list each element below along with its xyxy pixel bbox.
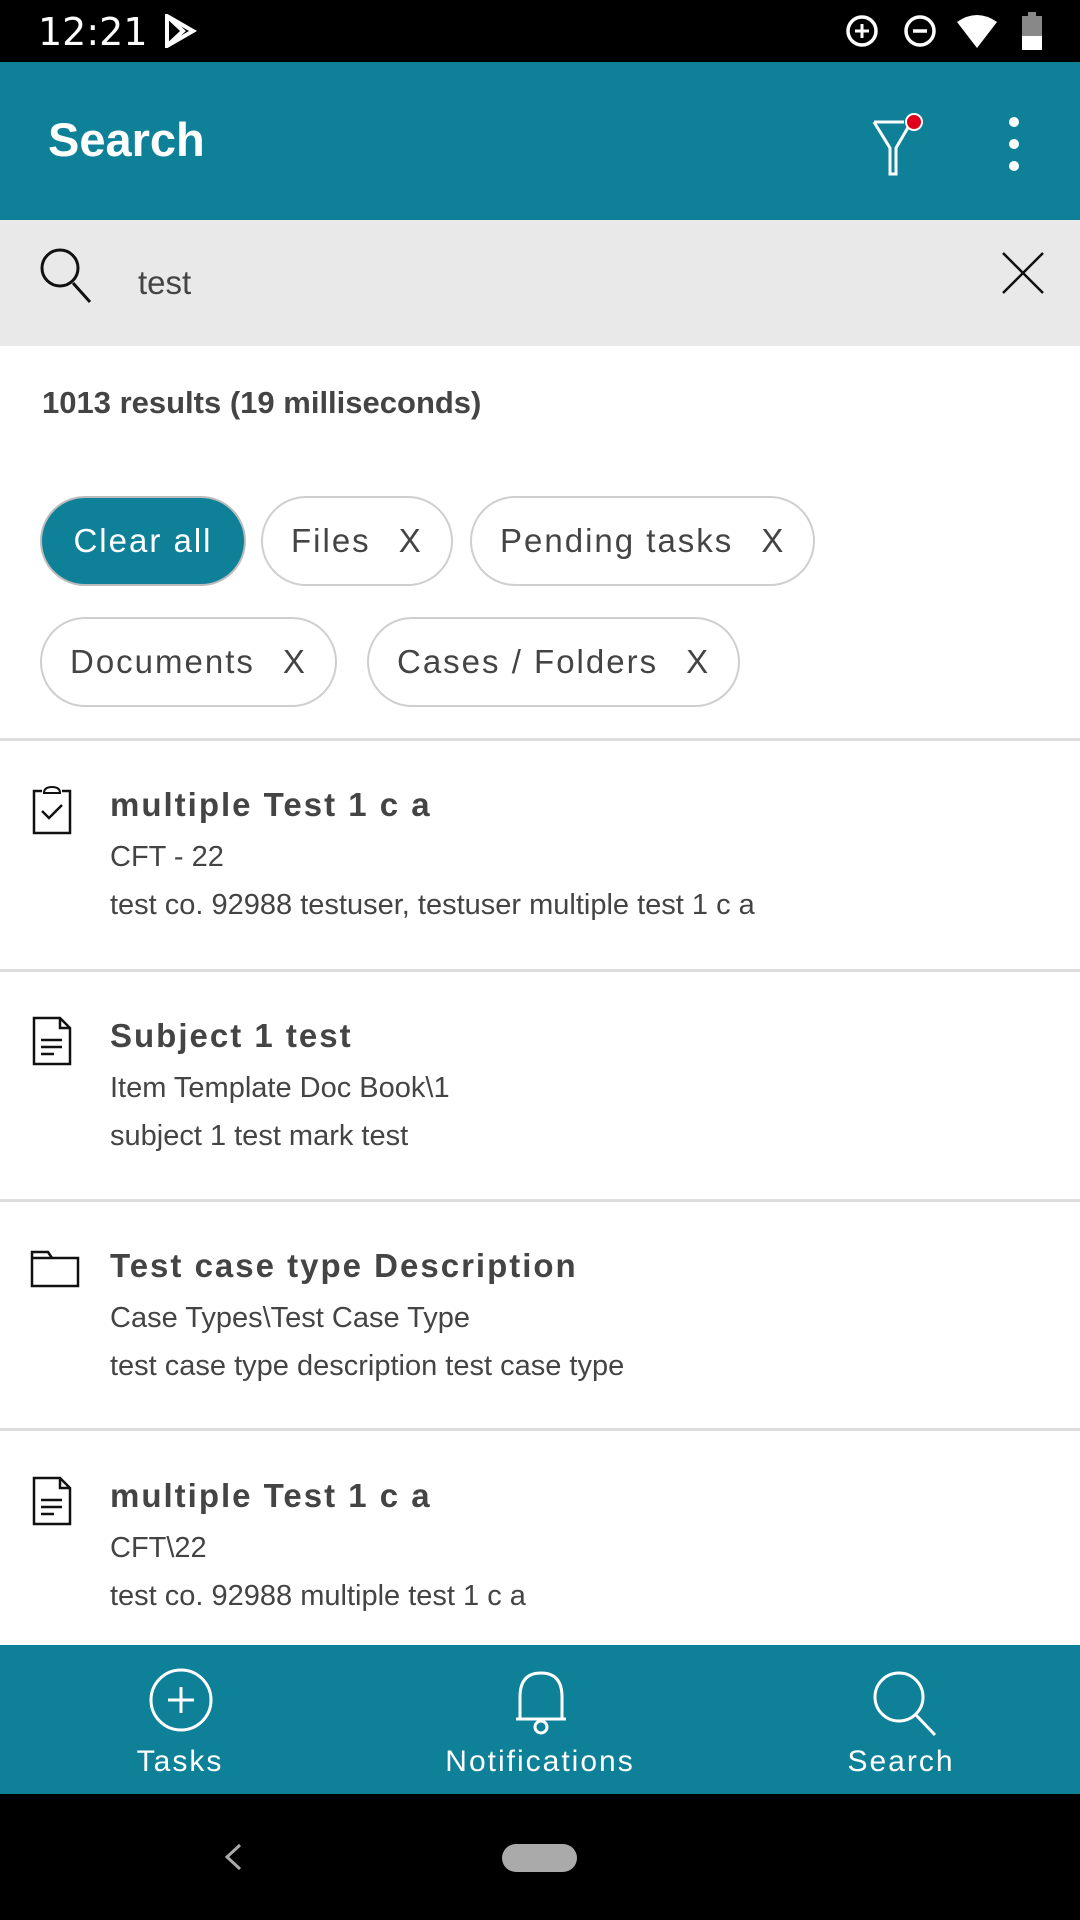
- result-path: CFT\22: [110, 1532, 207, 1564]
- result-snippet: test co. 92988 multiple test 1 c a: [110, 1580, 526, 1612]
- task-clipboard-icon: [32, 785, 72, 835]
- chip-label: Pending tasks: [500, 522, 734, 559]
- add-task-icon: [149, 1668, 213, 1732]
- document-icon: [32, 1016, 72, 1066]
- result-snippet: test case type description test case typ…: [110, 1350, 625, 1382]
- nav-label: Notifications: [445, 1745, 635, 1778]
- nav-label: Tasks: [136, 1745, 224, 1778]
- nav-tasks[interactable]: Tasks: [30, 1645, 330, 1794]
- folder-icon: [30, 1250, 80, 1288]
- result-title: multiple Test 1 c a: [110, 1477, 432, 1514]
- filter-chip-cases-folders[interactable]: Cases / Folders X: [367, 617, 741, 707]
- nav-search[interactable]: Search: [751, 1645, 1051, 1794]
- chip-label: Documents: [70, 643, 255, 680]
- status-bar: 12:21: [0, 0, 1080, 62]
- result-item[interactable]: multiple Test 1 c a CFT - 22 test co. 92…: [0, 741, 1080, 969]
- result-title: Test case type Description: [110, 1247, 578, 1284]
- back-icon[interactable]: [222, 1842, 244, 1872]
- result-item[interactable]: Test case type Description Case Types\Te…: [0, 1202, 1080, 1430]
- result-item[interactable]: Subject 1 test Item Template Doc Book\1 …: [0, 972, 1080, 1200]
- result-item[interactable]: multiple Test 1 c a CFT\22 test co. 9298…: [0, 1432, 1080, 1645]
- result-path: Case Types\Test Case Type: [110, 1302, 471, 1334]
- filter-icon[interactable]: [870, 110, 926, 176]
- clear-search-icon[interactable]: [1000, 250, 1046, 296]
- bell-icon: [516, 1671, 566, 1735]
- bottom-navigation: Tasks Notifications Search: [0, 1645, 1080, 1794]
- chip-label: Clear all: [73, 522, 213, 559]
- remove-chip-icon[interactable]: X: [686, 643, 710, 681]
- results-summary: 1013 results (19 milliseconds): [42, 385, 482, 420]
- home-pill[interactable]: [502, 1844, 577, 1872]
- divider: [0, 1428, 1080, 1431]
- nav-label: Search: [847, 1745, 955, 1778]
- play-store-icon: [165, 14, 197, 48]
- system-navigation-bar: [0, 1794, 1080, 1920]
- chip-label: Cases / Folders: [397, 643, 659, 680]
- remove-chip-icon[interactable]: X: [283, 643, 307, 681]
- more-options-icon[interactable]: [1004, 116, 1024, 172]
- chip-label: Files: [291, 522, 371, 559]
- result-snippet: subject 1 test mark test: [110, 1120, 409, 1152]
- result-title: multiple Test 1 c a: [110, 786, 432, 823]
- result-path: Item Template Doc Book\1: [110, 1072, 450, 1104]
- filter-chip-pending-tasks[interactable]: Pending tasks X: [470, 496, 816, 586]
- remove-chip-icon[interactable]: X: [399, 522, 423, 560]
- search-bar: [0, 220, 1080, 346]
- remove-chip-icon[interactable]: X: [761, 522, 785, 560]
- page-title: Search: [48, 113, 205, 166]
- do-not-disturb-icon: [904, 15, 936, 47]
- wifi-icon: [957, 15, 997, 48]
- app-bar: Search: [0, 62, 1080, 220]
- search-icon: [873, 1671, 937, 1737]
- result-title: Subject 1 test: [110, 1017, 353, 1054]
- nav-notifications[interactable]: Notifications: [390, 1645, 690, 1794]
- filter-chip-documents[interactable]: Documents X: [40, 617, 337, 707]
- result-snippet: test co. 92988 testuser, testuser multip…: [110, 889, 755, 921]
- battery-icon: [1022, 12, 1042, 50]
- search-input[interactable]: [138, 258, 938, 308]
- data-saver-icon: [846, 15, 878, 47]
- clear-all-chip[interactable]: Clear all: [40, 496, 246, 586]
- search-icon: [40, 248, 92, 304]
- filter-chip-files[interactable]: Files X: [261, 496, 453, 586]
- result-path: CFT - 22: [110, 841, 224, 873]
- document-icon: [32, 1476, 72, 1526]
- status-time: 12:21: [38, 10, 148, 54]
